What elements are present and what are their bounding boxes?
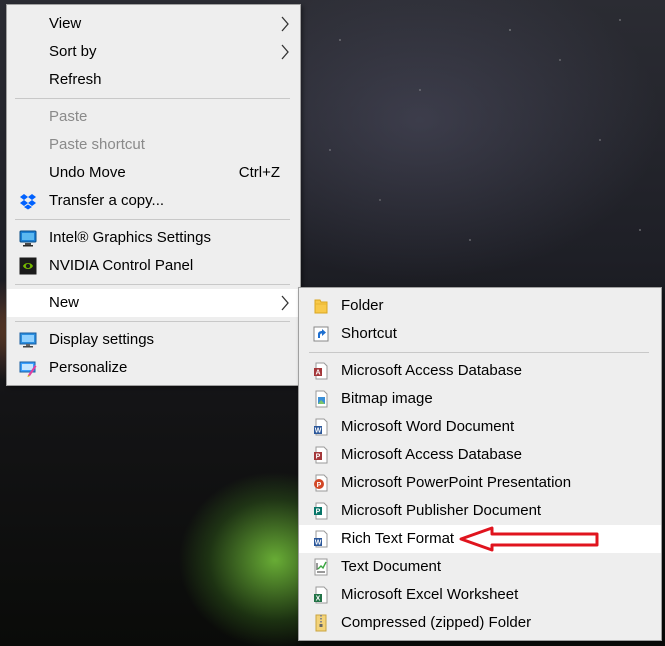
svg-text:A: A (315, 370, 320, 377)
new-item-publisher[interactable]: P Microsoft Publisher Document (299, 497, 661, 525)
svg-text:P: P (316, 509, 321, 516)
nvidia-icon (19, 257, 37, 275)
chevron-right-icon (281, 295, 289, 311)
chevron-right-icon (281, 44, 289, 60)
intel-graphics-icon (19, 230, 37, 247)
menu-item-label: View (49, 15, 82, 32)
menu-item-paste[interactable]: Paste (7, 103, 300, 131)
menu-item-label: Microsoft PowerPoint Presentation (341, 474, 572, 491)
menu-item-label: Bitmap image (341, 390, 433, 407)
rich-text-format-icon: W (314, 530, 328, 548)
menu-item-label: Paste (49, 108, 88, 125)
new-item-excel-worksheet[interactable]: X Microsoft Excel Worksheet (299, 581, 661, 609)
menu-item-nvidia[interactable]: NVIDIA Control Panel (7, 252, 300, 280)
menu-item-label: Sort by (49, 43, 97, 60)
new-item-compressed-folder[interactable]: Compressed (zipped) Folder (299, 609, 661, 637)
menu-item-view[interactable]: View (7, 10, 300, 38)
display-icon (19, 332, 37, 348)
menu-item-label: Microsoft Publisher Document (341, 502, 542, 519)
menu-item-sort-by[interactable]: Sort by (7, 38, 300, 66)
svg-text:P: P (316, 454, 321, 461)
menu-item-display-settings[interactable]: Display settings (7, 326, 300, 354)
menu-item-label: Paste shortcut (49, 136, 145, 153)
menu-item-label: New (49, 294, 80, 311)
svg-text:W: W (315, 540, 322, 547)
new-item-word-document[interactable]: W Microsoft Word Document (299, 413, 661, 441)
dropbox-icon (20, 194, 36, 210)
menu-item-refresh[interactable]: Refresh (7, 66, 300, 94)
personalize-icon (19, 361, 37, 377)
menu-item-label: Rich Text Format (341, 530, 455, 547)
menu-separator (309, 352, 649, 353)
powerpoint-icon: P (314, 474, 328, 492)
excel-worksheet-icon: X (314, 586, 328, 604)
menu-item-label: Personalize (49, 359, 128, 376)
menu-separator (15, 98, 290, 99)
svg-text:P: P (317, 482, 322, 489)
menu-item-label: Text Document (341, 558, 442, 575)
new-item-bitmap[interactable]: Bitmap image (299, 385, 661, 413)
menu-item-label: Folder (341, 297, 384, 314)
word-document-icon: W (314, 418, 328, 436)
access-database-icon: P (314, 446, 328, 464)
menu-item-label: NVIDIA Control Panel (49, 257, 194, 274)
menu-item-intel-graphics[interactable]: Intel® Graphics Settings (7, 224, 300, 252)
menu-item-label: Microsoft Word Document (341, 418, 515, 435)
menu-item-undo-move[interactable]: Undo Move Ctrl+Z (7, 159, 300, 187)
menu-separator (15, 284, 290, 285)
zip-folder-icon (315, 614, 327, 632)
menu-item-label: Intel® Graphics Settings (49, 229, 211, 246)
new-item-text-document[interactable]: Text Document (299, 553, 661, 581)
folder-icon (314, 299, 328, 314)
new-item-rich-text-format[interactable]: W Rich Text Format (299, 525, 661, 553)
shortcut-icon (313, 326, 329, 342)
menu-item-paste-shortcut[interactable]: Paste shortcut (7, 131, 300, 159)
menu-item-label: Compressed (zipped) Folder (341, 614, 532, 631)
new-item-shortcut[interactable]: Shortcut (299, 320, 661, 348)
menu-item-personalize[interactable]: Personalize (7, 354, 300, 382)
menu-item-transfer-copy[interactable]: Transfer a copy... (7, 187, 300, 215)
menu-item-label: Microsoft Access Database (341, 362, 522, 379)
svg-text:W: W (315, 428, 322, 435)
desktop-context-menu: View Sort by Refresh Paste Paste shortcu… (6, 4, 301, 386)
menu-item-label: Shortcut (341, 325, 397, 342)
menu-item-label: Transfer a copy... (49, 192, 165, 209)
menu-separator (15, 321, 290, 322)
new-submenu: Folder Shortcut A Microsoft Access Datab… (298, 287, 662, 641)
menu-item-label: Undo Move (49, 164, 126, 181)
svg-text:X: X (316, 596, 321, 603)
new-item-access-database[interactable]: A Microsoft Access Database (299, 357, 661, 385)
bitmap-image-icon (315, 390, 328, 408)
menu-separator (15, 219, 290, 220)
keyboard-shortcut: Ctrl+Z (238, 164, 280, 181)
menu-item-label: Microsoft Excel Worksheet (341, 586, 519, 603)
menu-item-label: Refresh (49, 71, 102, 88)
menu-item-label: Microsoft Access Database (341, 446, 522, 463)
new-item-powerpoint[interactable]: P Microsoft PowerPoint Presentation (299, 469, 661, 497)
publisher-icon: P (314, 502, 328, 520)
menu-item-new[interactable]: New (7, 289, 300, 317)
access-database-icon: A (314, 362, 328, 380)
chevron-right-icon (281, 16, 289, 32)
text-document-icon (314, 558, 328, 576)
new-item-folder[interactable]: Folder (299, 292, 661, 320)
new-item-access-database-2[interactable]: P Microsoft Access Database (299, 441, 661, 469)
menu-item-label: Display settings (49, 331, 155, 348)
